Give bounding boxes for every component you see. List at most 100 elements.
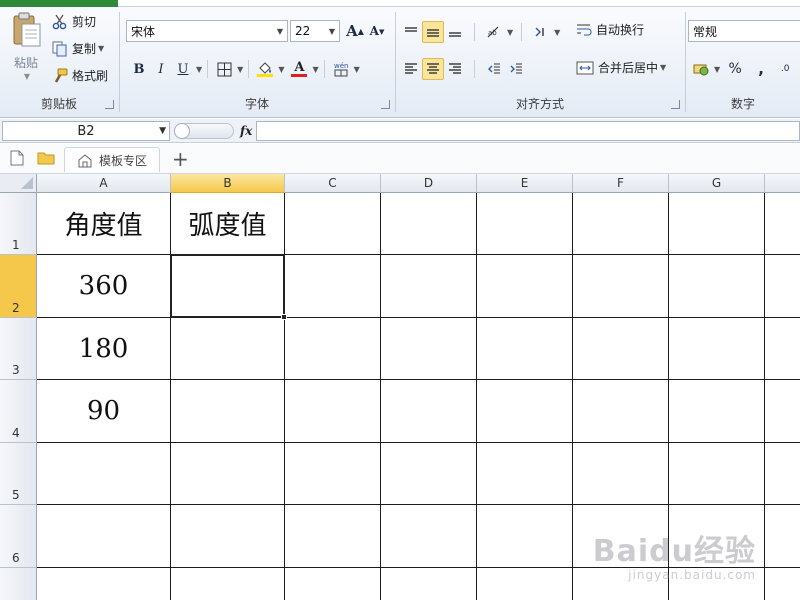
cell-en[interactable] bbox=[477, 568, 573, 600]
row-header-3[interactable]: 3 bbox=[0, 318, 37, 380]
cut-button[interactable]: 剪切 bbox=[52, 13, 96, 30]
row-header-1[interactable]: 1 bbox=[0, 193, 37, 255]
cell-c4[interactable] bbox=[285, 380, 381, 443]
cell-cn[interactable] bbox=[285, 568, 381, 600]
column-header-c[interactable]: C bbox=[285, 174, 381, 193]
format-painter-button[interactable]: 格式刷 bbox=[52, 67, 108, 84]
cell-b4[interactable] bbox=[171, 380, 285, 443]
cell-e4[interactable] bbox=[477, 380, 573, 443]
add-tab-button[interactable]: + bbox=[172, 147, 189, 171]
row-header-2[interactable]: 2 bbox=[0, 255, 37, 318]
cell-b1[interactable]: 弧度值 bbox=[171, 193, 285, 255]
cell-x5[interactable] bbox=[765, 443, 800, 505]
select-all-corner[interactable] bbox=[0, 174, 37, 193]
cell-x1[interactable] bbox=[765, 193, 800, 255]
cell-b5[interactable] bbox=[171, 443, 285, 505]
column-header-b[interactable]: B bbox=[171, 174, 285, 193]
fill-color-dropdown-icon[interactable]: ▼ bbox=[278, 65, 284, 74]
fx-icon[interactable]: fx bbox=[240, 124, 252, 138]
new-file-button[interactable] bbox=[10, 150, 24, 166]
cell-a2[interactable]: 360 bbox=[37, 255, 171, 318]
cell-f5[interactable] bbox=[573, 443, 669, 505]
alignment-launcher-icon[interactable] bbox=[671, 100, 680, 109]
indent-icon[interactable] bbox=[530, 21, 552, 43]
cell-xn[interactable] bbox=[765, 568, 800, 600]
column-header-e[interactable]: E bbox=[477, 174, 573, 193]
cell-b2[interactable] bbox=[171, 255, 285, 318]
cell-d2[interactable] bbox=[381, 255, 477, 318]
cell-c5[interactable] bbox=[285, 443, 381, 505]
cell-c1[interactable] bbox=[285, 193, 381, 255]
cell-an[interactable] bbox=[37, 568, 171, 600]
increase-decimal-icon[interactable]: .0 bbox=[774, 58, 796, 80]
font-launcher-icon[interactable] bbox=[381, 100, 390, 109]
file-tab[interactable] bbox=[0, 0, 118, 7]
cell-a1[interactable]: 角度值 bbox=[37, 193, 171, 255]
align-top-icon[interactable] bbox=[400, 21, 422, 43]
cell-a3[interactable]: 180 bbox=[37, 318, 171, 380]
orientation-dropdown-icon[interactable]: ▼ bbox=[507, 28, 513, 37]
font-color-icon[interactable]: A bbox=[288, 58, 310, 80]
cell-g3[interactable] bbox=[669, 318, 765, 380]
row-header-5[interactable]: 5 bbox=[0, 443, 37, 505]
row-header-6[interactable]: 6 bbox=[0, 505, 37, 568]
orientation-icon[interactable]: ab bbox=[483, 21, 505, 43]
underline-icon[interactable]: U bbox=[172, 58, 194, 80]
cell-bn[interactable] bbox=[171, 568, 285, 600]
font-size-select[interactable]: 22 ▼ bbox=[290, 20, 340, 42]
phonetic-icon[interactable]: wén bbox=[330, 58, 352, 80]
cell-x3[interactable] bbox=[765, 318, 800, 380]
cell-a4[interactable]: 90 bbox=[37, 380, 171, 443]
cell-c2[interactable] bbox=[285, 255, 381, 318]
paste-button[interactable]: 粘贴 ▼ bbox=[6, 12, 46, 82]
indent-dropdown-icon[interactable]: ▼ bbox=[554, 28, 560, 37]
row-header-4[interactable]: 4 bbox=[0, 380, 37, 443]
percent-icon[interactable]: % bbox=[724, 58, 746, 80]
cell-b3[interactable] bbox=[171, 318, 285, 380]
cell-g5[interactable] bbox=[669, 443, 765, 505]
cell-e6[interactable] bbox=[477, 505, 573, 568]
align-right-icon[interactable] bbox=[444, 58, 466, 80]
number-format-select[interactable]: 常规 bbox=[688, 20, 800, 42]
column-header-a[interactable]: A bbox=[37, 174, 171, 193]
cell-x6[interactable] bbox=[765, 505, 800, 568]
cell-c3[interactable] bbox=[285, 318, 381, 380]
cell-e3[interactable] bbox=[477, 318, 573, 380]
column-header-overflow[interactable] bbox=[765, 174, 800, 193]
column-header-d[interactable]: D bbox=[381, 174, 477, 193]
comma-icon[interactable]: , bbox=[750, 58, 772, 80]
cell-dn[interactable] bbox=[381, 568, 477, 600]
fill-handle[interactable] bbox=[281, 314, 287, 320]
clipboard-launcher-icon[interactable] bbox=[105, 100, 114, 109]
italic-icon[interactable]: I bbox=[150, 58, 172, 80]
cell-e5[interactable] bbox=[477, 443, 573, 505]
cell-a6[interactable] bbox=[37, 505, 171, 568]
cell-d5[interactable] bbox=[381, 443, 477, 505]
cell-d3[interactable] bbox=[381, 318, 477, 380]
cell-f2[interactable] bbox=[573, 255, 669, 318]
column-header-f[interactable]: F bbox=[573, 174, 669, 193]
template-tab[interactable]: 模板专区 bbox=[64, 147, 161, 172]
merge-center-button[interactable]: 合并后居中 ▼ bbox=[576, 59, 666, 76]
cell-b6[interactable] bbox=[171, 505, 285, 568]
cell-e2[interactable] bbox=[477, 255, 573, 318]
cell-g4[interactable] bbox=[669, 380, 765, 443]
copy-button[interactable]: 复制 ▼ bbox=[52, 40, 104, 57]
fill-color-icon[interactable] bbox=[254, 58, 276, 80]
bold-icon[interactable]: B bbox=[128, 58, 150, 80]
cell-x2[interactable] bbox=[765, 255, 800, 318]
shrink-font-icon[interactable]: A ▼ bbox=[366, 20, 388, 42]
copy-dropdown-icon[interactable]: ▼ bbox=[98, 44, 104, 53]
grow-font-icon[interactable]: A ▲ bbox=[344, 20, 366, 42]
name-box-dropdown-icon[interactable]: ▼ bbox=[159, 126, 166, 136]
currency-icon[interactable] bbox=[690, 58, 712, 80]
font-name-dropdown-icon[interactable]: ▼ bbox=[273, 21, 287, 41]
cell-d6[interactable] bbox=[381, 505, 477, 568]
align-middle-icon[interactable] bbox=[422, 21, 444, 43]
merge-center-dropdown-icon[interactable]: ▼ bbox=[660, 63, 666, 72]
align-left-icon[interactable] bbox=[400, 58, 422, 80]
open-folder-button[interactable] bbox=[37, 150, 55, 166]
spreadsheet-grid[interactable]: ABCDEFG 123456 角度值 弧度值 360 180 90 Baidu经验 ji… bbox=[0, 174, 800, 600]
row-header-overflow[interactable] bbox=[0, 568, 37, 600]
align-bottom-icon[interactable] bbox=[444, 21, 466, 43]
